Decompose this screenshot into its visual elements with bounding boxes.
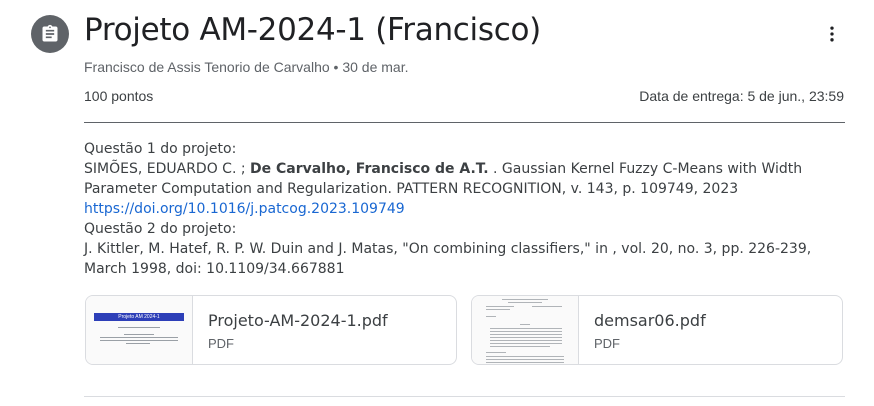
thumbnail-title: Projeto AM 2024-1 [118, 314, 160, 320]
q1-authors: SIMÕES, EDUARDO C. ; [84, 161, 251, 177]
attachment-card-2[interactable]: demsar06.pdf PDF [471, 295, 843, 365]
attachment-type-1: PDF [208, 336, 234, 351]
points-label: 100 pontos [84, 88, 154, 104]
q2-label: Questão 2 do projeto: [84, 221, 237, 237]
more-vert-icon [830, 26, 834, 42]
attachment-name-2: demsar06.pdf [594, 311, 706, 330]
header-divider [84, 122, 845, 123]
attachment-name-1: Projeto-AM-2024-1.pdf [208, 311, 388, 330]
post-meta: Francisco de Assis Tenorio de Carvalho •… [84, 59, 409, 75]
author-name: Francisco de Assis Tenorio de Carvalho [84, 59, 330, 75]
due-date: Data de entrega: 5 de jun., 23:59 [639, 88, 844, 104]
assignment-icon [31, 15, 69, 53]
thumbnail-title-bar: Projeto AM 2024-1 [94, 313, 184, 321]
q2-citation: J. Kittler, M. Hatef, R. P. W. Duin and … [84, 241, 812, 277]
pdf-thumbnail-2 [472, 296, 579, 364]
attachment-card-1[interactable]: Projeto AM 2024-1 Projeto-AM-2024-1.pdf … [85, 295, 457, 365]
attachment-type-2: PDF [594, 336, 620, 351]
page-title: Projeto AM-2024-1 (Francisco) [84, 12, 541, 48]
more-options-button[interactable] [818, 20, 846, 48]
assignment-description: Questão 1 do projeto: SIMÕES, EDUARDO C.… [84, 139, 844, 279]
meta-separator: • [333, 59, 339, 75]
q1-citation: SIMÕES, EDUARDO C. ; De Carvalho, Franci… [84, 159, 844, 199]
q1-author-bold: De Carvalho, Francisco de A.T. [250, 161, 489, 177]
pdf-thumbnail-1: Projeto AM 2024-1 [86, 296, 193, 364]
post-date: 30 de mar. [342, 59, 409, 75]
bottom-divider [84, 396, 845, 397]
q1-label: Questão 1 do projeto: [84, 141, 237, 157]
doi-link[interactable]: https://doi.org/10.1016/j.patcog.2023.10… [84, 201, 405, 217]
